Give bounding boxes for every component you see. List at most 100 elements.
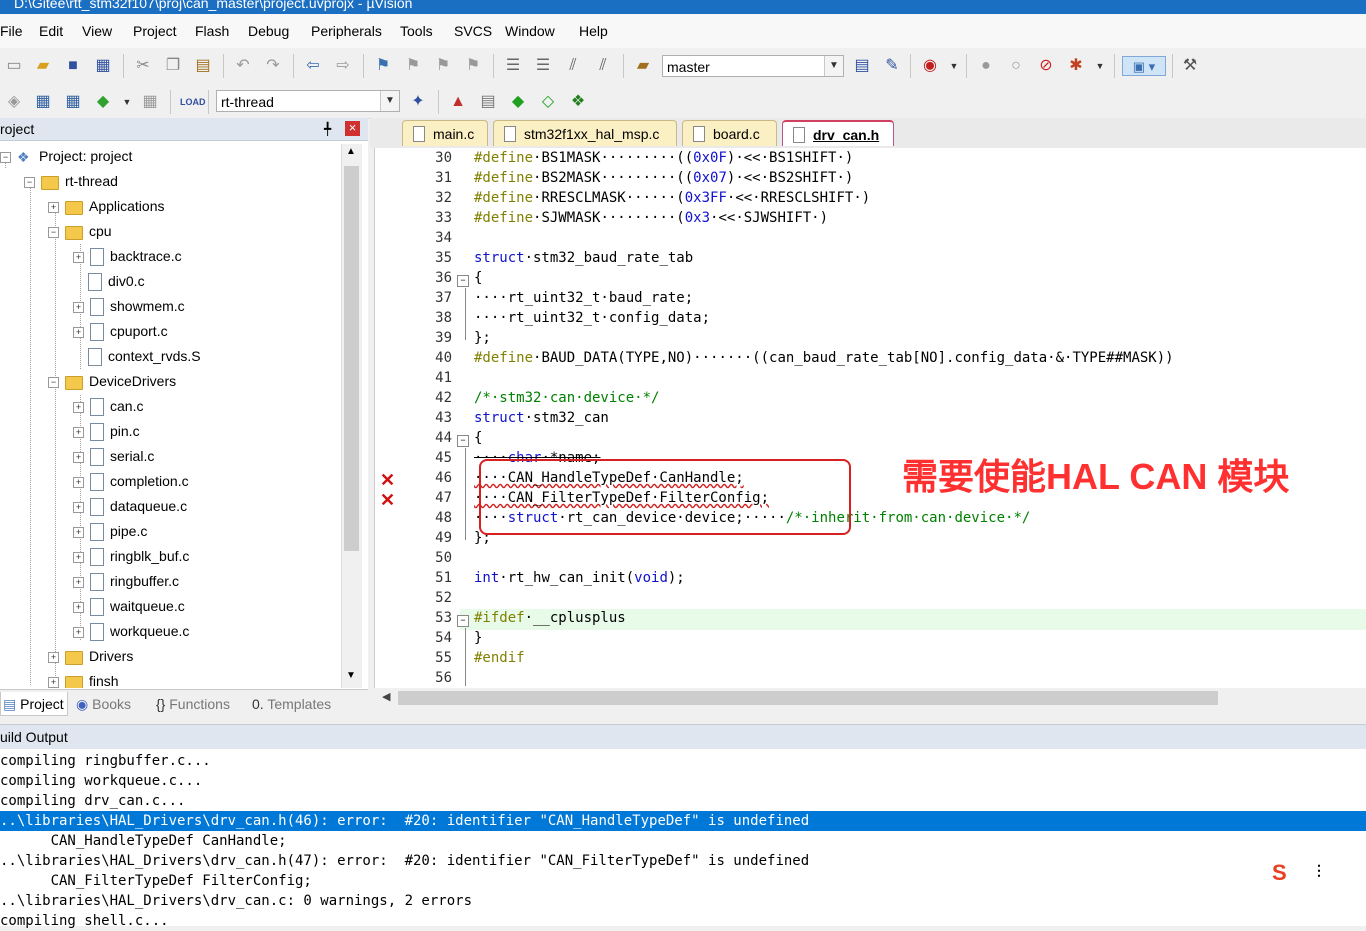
tree-item-file[interactable]: + cpuport.c [73,319,168,344]
tree-item-file[interactable]: + pipe.c [73,519,147,544]
chevron-down-icon[interactable]: ▼ [1090,56,1110,76]
expand-icon[interactable]: + [73,401,84,413]
code-line[interactable]: struct·stm32_can [474,410,609,426]
code-line[interactable]: #define·SJWMASK·········(0x3·<<·SJWSHIFT… [474,210,828,226]
menu-file[interactable]: File [0,23,23,39]
code-line[interactable]: { [474,270,482,286]
breakpoint-disable-icon[interactable]: ○ [1006,56,1026,76]
code-line[interactable]: ····rt_uint32_t·baud_rate; [474,290,693,306]
build-output-line[interactable]: ..\libraries\HAL_Drivers\drv_can.h(47): … [0,851,1366,871]
error-marker-icon[interactable]: ✕ [380,470,395,491]
breakpoint-kill-icon[interactable]: ⊘ [1036,56,1056,76]
copy-icon[interactable]: ❐ [163,56,183,76]
indent-icon[interactable]: ☰ [503,56,523,76]
expand-icon[interactable]: + [48,651,59,663]
tab-stm32f1xx-hal-msp-c[interactable]: stm32f1xx_hal_msp.c [493,120,677,146]
build-output-line[interactable]: compiling drv_can.c... [0,791,1366,811]
code-line[interactable]: }; [474,330,491,346]
expand-icon[interactable]: + [73,451,84,463]
bookmark-clear-icon[interactable]: ⚑ [463,56,483,76]
expand-icon[interactable]: + [73,251,84,263]
bookmark-next-icon[interactable]: ⚑ [433,56,453,76]
window-layout-icon[interactable]: ▣ ▾ [1122,56,1166,76]
rte-component-icon[interactable]: ❖ [568,92,588,112]
more-options-icon[interactable]: ⋮ [1312,862,1326,879]
batch-build-icon[interactable]: ◆ [93,92,113,112]
collapse-icon[interactable]: − [0,151,11,163]
scrollbar-thumb[interactable] [398,691,1218,705]
build-icon[interactable]: ▦ [33,92,53,112]
tab-project[interactable]: ▤ Project [0,692,68,716]
tree-item-file[interactable]: + dataqueue.c [73,494,187,519]
new-file-icon[interactable]: ▭ [4,56,24,76]
tree-item-file[interactable]: + serial.c [73,444,154,469]
rebuild-icon[interactable]: ▦ [63,92,83,112]
fold-toggle-icon[interactable]: − [457,435,469,447]
expand-icon[interactable]: + [73,501,84,513]
code-line[interactable]: #define·BS2MASK·········((0x07)·<<·BS2SH… [474,170,853,186]
save-icon[interactable]: ■ [63,56,83,76]
collapse-icon[interactable]: − [48,376,59,388]
unindent-icon[interactable]: ☰ [533,56,553,76]
tab-books[interactable]: ◉ Books [76,692,131,716]
translate-icon[interactable]: ◈ [4,92,24,112]
pin-icon[interactable]: ╇ [324,118,331,140]
menu-svcs[interactable]: SVCS [454,23,492,39]
tree-item-file[interactable]: + showmem.c [73,294,185,319]
scroll-up-icon[interactable]: ▲ [346,146,356,157]
debug-start-icon[interactable]: ◉ [920,56,940,76]
expand-icon[interactable]: + [73,426,84,438]
select-packs-icon[interactable]: ▤ [478,92,498,112]
wrench-icon[interactable]: ⚒ [1180,56,1200,76]
tree-item-file[interactable]: + pin.c [73,419,140,444]
tree-item-file[interactable]: context_rvds.S [88,344,201,369]
menu-help[interactable]: Help [579,23,608,39]
fold-toggle-icon[interactable]: − [457,275,469,287]
expand-icon[interactable]: + [73,301,84,313]
manage-project-icon[interactable]: ▲ [448,92,468,112]
project-tree-scrollbar[interactable]: ▲ ▼ [341,144,362,688]
tree-item-file[interactable]: + completion.c [73,469,189,494]
tab-main-c[interactable]: main.c [402,120,488,146]
bookmark-icon[interactable]: ⚑ [373,56,393,76]
sogou-ime-icon[interactable]: S [1272,860,1287,886]
error-marker-icon[interactable]: ✕ [380,490,395,511]
tree-item-applications[interactable]: + Applications [48,194,165,219]
build-output-line[interactable]: ..\libraries\HAL_Drivers\drv_can.h(46): … [0,811,1366,831]
chevron-down-icon[interactable]: ▼ [117,92,137,112]
build-output-panel[interactable]: compiling ringbuffer.c... compiling workq… [0,749,1366,929]
target-combo[interactable]: rt-thread ▼ [216,90,400,112]
find-in-files-icon[interactable]: ▰ [633,56,653,76]
close-icon[interactable]: × [345,121,360,136]
tab-drv-can-h[interactable]: drv_can.h [782,120,894,146]
code-line[interactable]: { [474,430,482,446]
expand-icon[interactable]: + [73,526,84,538]
tab-board-c[interactable]: board.c [682,120,777,146]
menu-tools[interactable]: Tools [400,23,433,39]
menu-flash[interactable]: Flash [195,23,229,39]
tab-functions[interactable]: {} Functions [156,692,230,716]
tree-item-cpu[interactable]: − cpu [48,219,112,244]
scroll-down-icon[interactable]: ▼ [346,670,356,681]
breakpoint-icon[interactable]: ● [976,56,996,76]
tab-templates[interactable]: 0. Templates [252,692,331,716]
collapse-icon[interactable]: − [48,226,59,238]
tree-item-drivers[interactable]: + Drivers [48,644,133,669]
pack-installer-icon[interactable]: ◆ [508,92,528,112]
ime-indicator[interactable]: S ⋮ [1270,858,1326,886]
expand-icon[interactable]: + [73,326,84,338]
tree-item-file[interactable]: + ringblk_buf.c [73,544,189,569]
branch-combo[interactable]: master ▼ [662,55,844,77]
code-line[interactable]: /*·stm32·can·device·*/ [474,390,659,406]
open-folder-icon[interactable]: ▰ [33,56,53,76]
expand-icon[interactable]: + [48,201,59,213]
menu-debug[interactable]: Debug [248,23,289,39]
code-line[interactable]: #ifdef·__cplusplus [474,610,626,626]
build-output-line[interactable]: CAN_FilterTypeDef FilterConfig; [0,871,1366,891]
code-line[interactable]: #define·BS1MASK·········((0x0F)·<<·BS1SH… [474,150,853,166]
manage-rte-icon[interactable]: ◇ [538,92,558,112]
tree-item-file[interactable]: div0.c [88,269,145,294]
tree-item-devicedrivers[interactable]: − DeviceDrivers [48,369,176,394]
paste-icon[interactable]: ▤ [193,56,213,76]
scrollbar-thumb[interactable] [344,166,359,551]
